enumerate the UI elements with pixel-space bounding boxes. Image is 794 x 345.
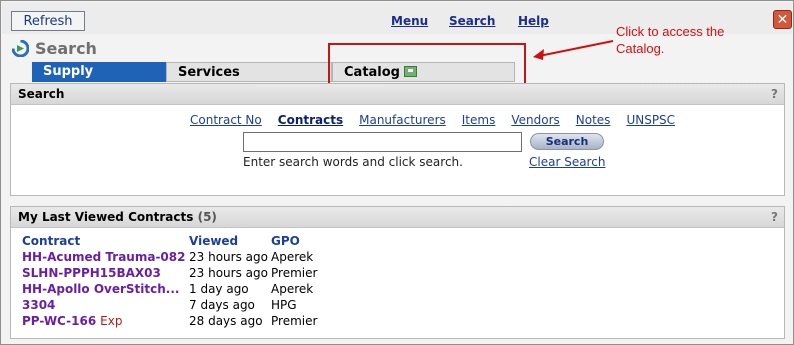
- gpo-cell: HPG: [271, 298, 297, 312]
- help-icon[interactable]: ?: [771, 210, 778, 224]
- search-input[interactable]: [243, 132, 522, 152]
- tab-supply[interactable]: Supply: [32, 62, 166, 82]
- search-panel-header: Search ?: [11, 84, 784, 105]
- recent-contracts-panel: My Last Viewed Contracts (5) ? Contract …: [10, 206, 785, 339]
- column-header-viewed[interactable]: Viewed: [189, 233, 271, 249]
- column-header-contract[interactable]: Contract: [22, 233, 189, 249]
- search-panel-title: Search: [18, 87, 65, 101]
- gpo-cell: Aperek: [271, 250, 314, 264]
- search-type-vendors[interactable]: Vendors: [511, 113, 559, 127]
- recent-contracts-table: Contract Viewed GPO HH-Acumed Trauma-082…: [22, 233, 317, 329]
- search-type-manufacturers[interactable]: Manufacturers: [359, 113, 446, 127]
- viewed-cell: 28 days ago: [189, 314, 263, 328]
- search-panel: Search ? Contract No Contracts Manufacture…: [10, 83, 785, 196]
- contract-link[interactable]: PP-WC-166: [22, 314, 96, 328]
- table-row: PP-WC-166 Exp 28 days ago Premier: [22, 313, 317, 329]
- refresh-button[interactable]: Refresh: [11, 11, 85, 31]
- gpo-cell: Premier: [271, 314, 318, 328]
- close-icon[interactable]: ✕: [773, 10, 792, 29]
- search-type-contracts[interactable]: Contracts: [278, 113, 343, 127]
- search-type-notes[interactable]: Notes: [576, 113, 611, 127]
- column-header-gpo[interactable]: GPO: [271, 233, 317, 249]
- viewed-cell: 23 hours ago: [189, 250, 268, 264]
- contract-link[interactable]: HH-Acumed Trauma-082: [22, 250, 185, 264]
- table-row: HH-Apollo OverStitch... 1 day ago Aperek: [22, 281, 317, 297]
- expired-badge: Exp: [100, 314, 123, 328]
- search-type-items[interactable]: Items: [462, 113, 496, 127]
- menu-link[interactable]: Menu: [391, 14, 428, 28]
- contract-link[interactable]: SLHN-PPPH15BAX03: [22, 266, 161, 280]
- contract-link[interactable]: 3304: [22, 298, 55, 312]
- gpo-cell: Premier: [271, 266, 318, 280]
- viewed-cell: 7 days ago: [189, 298, 255, 312]
- recent-panel-title: My Last Viewed Contracts (5): [18, 210, 217, 224]
- contract-link[interactable]: HH-Apollo OverStitch...: [22, 282, 179, 296]
- callout-arrow-icon: [533, 40, 614, 60]
- table-row: 3304 7 days ago HPG: [22, 297, 317, 313]
- search-hint: Enter search words and click search.: [243, 155, 463, 169]
- app-window: Refresh Menu Search Help ✕ Search Supply…: [0, 0, 794, 345]
- callout-text: Click to access the Catalog.: [616, 24, 725, 56]
- app-logo-icon: [12, 40, 29, 57]
- recent-panel-header: My Last Viewed Contracts (5) ?: [11, 207, 784, 228]
- help-icon[interactable]: ?: [771, 87, 778, 101]
- search-type-links: Contract No Contracts Manufacturers Items Ve…: [190, 113, 691, 127]
- search-button[interactable]: Search: [530, 133, 604, 150]
- table-row: HH-Acumed Trauma-082 23 hours ago Aperek: [22, 249, 317, 265]
- page-title: Search: [35, 39, 97, 58]
- table-row: SLHN-PPPH15BAX03 23 hours ago Premier: [22, 265, 317, 281]
- help-link[interactable]: Help: [518, 14, 549, 28]
- viewed-cell: 1 day ago: [189, 282, 249, 296]
- search-type-unspsc[interactable]: UNSPSC: [626, 113, 675, 127]
- search-link[interactable]: Search: [449, 14, 495, 28]
- recent-count: (5): [197, 210, 217, 224]
- gpo-cell: Aperek: [271, 282, 314, 296]
- viewed-cell: 23 hours ago: [189, 266, 268, 280]
- table-header-row: Contract Viewed GPO: [22, 233, 317, 249]
- clear-search-link[interactable]: Clear Search: [529, 155, 605, 169]
- search-type-contract-no[interactable]: Contract No: [190, 113, 262, 127]
- tab-services[interactable]: Services: [166, 62, 332, 82]
